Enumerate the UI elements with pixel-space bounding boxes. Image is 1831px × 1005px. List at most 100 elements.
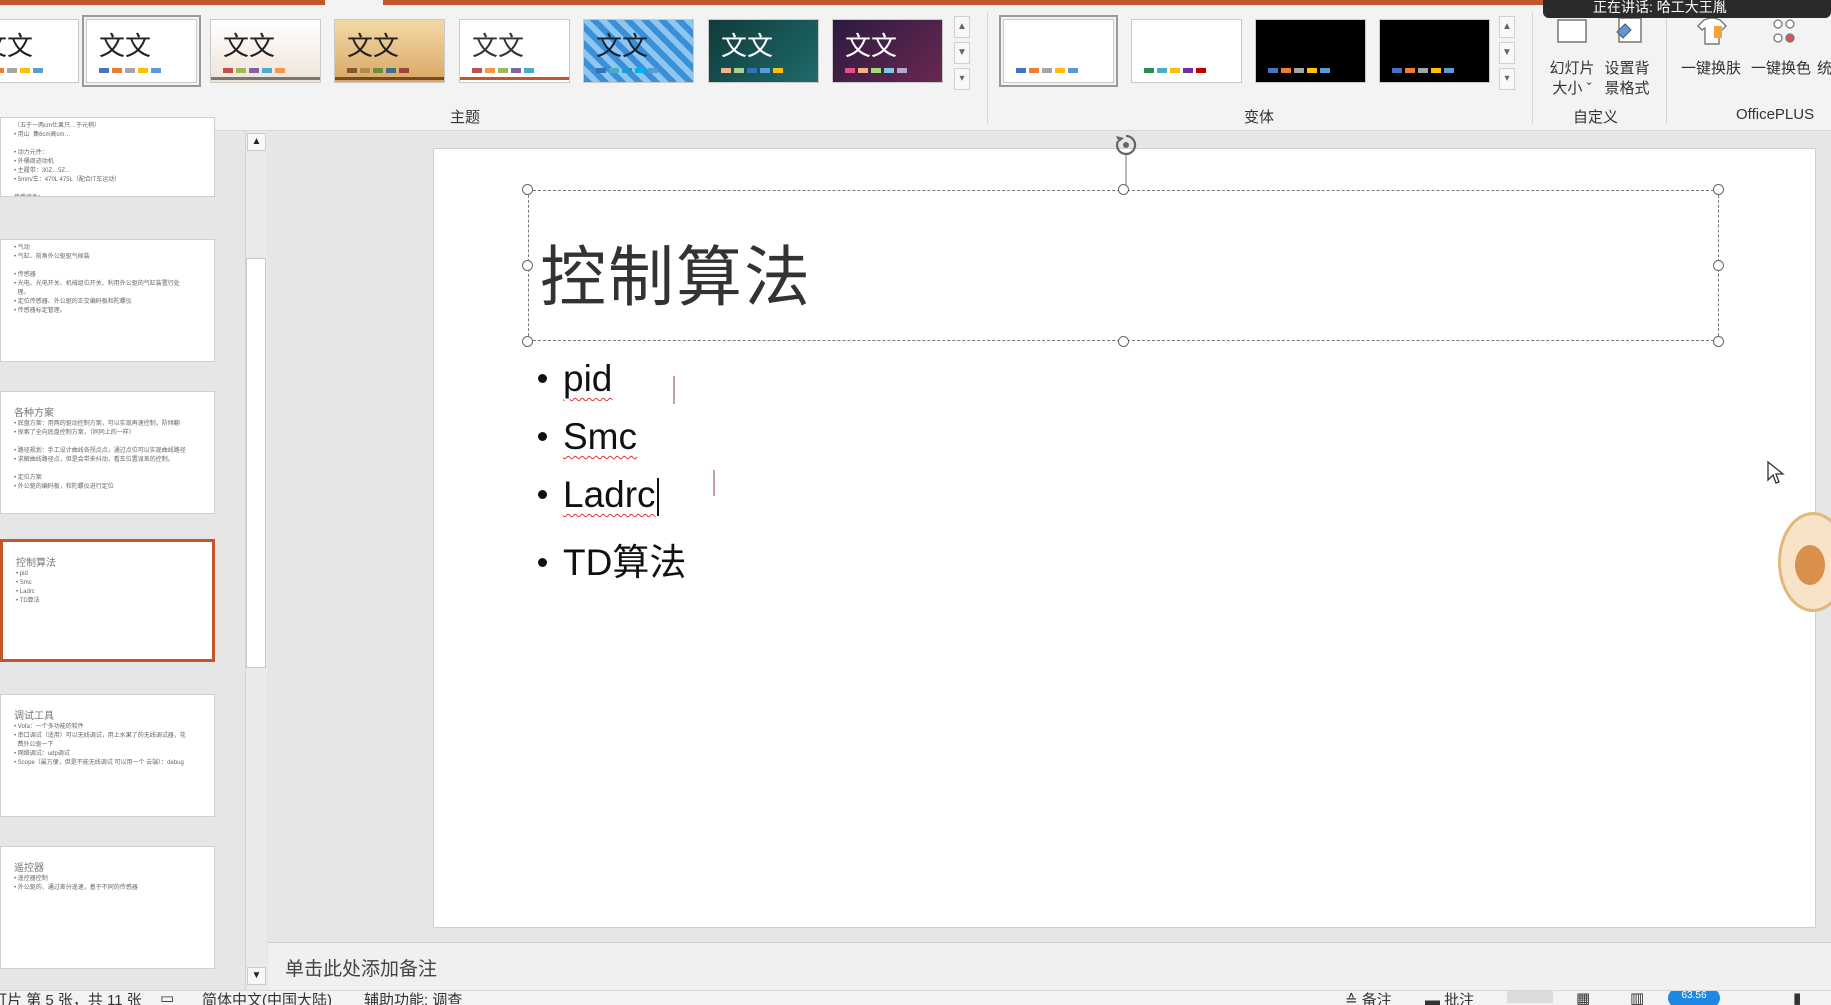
variant-thumbnail[interactable] xyxy=(1379,19,1490,83)
theme-thumbnail[interactable]: 文文 xyxy=(210,19,321,83)
resize-handle[interactable] xyxy=(522,336,533,347)
color-swatch xyxy=(734,68,744,73)
theme-scroll-up[interactable]: ▲ xyxy=(954,16,970,38)
bullet-item[interactable]: Smc xyxy=(538,416,637,458)
slide-thumbnail[interactable]: 控制算法 • pid • Smc • Ladrc • TD算法 xyxy=(0,539,215,662)
variant-thumbnail[interactable] xyxy=(1255,19,1366,83)
slide-title[interactable]: 控制算法 xyxy=(540,224,812,320)
slide-thumbnail[interactable]: 各种方案 • 底盘方案：用两的驱动控制方案，可以实现再速控制，防倾翻 • 探索了全… xyxy=(0,391,215,514)
resize-handle[interactable] xyxy=(1118,336,1129,347)
resize-handle[interactable] xyxy=(1118,184,1129,195)
slide-sorter-button[interactable]: ▦ xyxy=(1576,991,1590,1005)
notes-toggle[interactable]: ≙ 备注 xyxy=(1345,991,1392,1005)
slide-thumbnail[interactable]: （五于一两cm仕果只…于元稍） • 用山 集6cm高cm… • 动力元件： • … xyxy=(0,117,215,197)
bullet-text: Ladrc xyxy=(563,474,656,515)
scroll-thumb[interactable] xyxy=(246,258,266,668)
color-swatch xyxy=(1294,68,1304,73)
text-cursor xyxy=(656,478,659,517)
variant-gallery-expand[interactable]: ▾ xyxy=(1499,68,1515,90)
variant-scroll-down[interactable]: ▼ xyxy=(1499,42,1515,64)
zoom-slider-thumb[interactable]: ▮ xyxy=(1793,991,1801,1005)
variant-color-swatches xyxy=(1268,68,1330,73)
color-swatch xyxy=(1144,68,1154,73)
one-click-color-button[interactable]: 一键换色 xyxy=(1746,12,1816,82)
color-swatch xyxy=(1418,68,1428,73)
zoom-badge[interactable]: 63.56 xyxy=(1668,991,1720,1005)
variants-group-label: 变体 xyxy=(1244,109,1275,126)
theme-scroll-down[interactable]: ▼ xyxy=(954,42,970,64)
theme-thumbnail[interactable]: 文文 xyxy=(334,19,445,83)
normal-view-button[interactable] xyxy=(1507,991,1553,1003)
theme-sample-text: 文文 xyxy=(596,32,649,62)
comments-toggle[interactable]: ▬ 批注 xyxy=(1425,991,1474,1005)
theme-color-swatches xyxy=(0,68,43,73)
variant-scroll-up[interactable]: ▲ xyxy=(1499,16,1515,38)
bullet-item[interactable]: Ladrc xyxy=(538,474,659,517)
color-swatch xyxy=(871,68,881,73)
variant-thumbnail[interactable] xyxy=(1131,19,1242,83)
color-swatch xyxy=(747,68,757,73)
color-swatch xyxy=(373,68,383,73)
color-swatch xyxy=(773,68,783,73)
slide-thumbnail[interactable]: 调试工具 • Vofa：一个多功能的软件 • 串口调试（适用）可以无线调试，用上水… xyxy=(0,694,215,817)
theme-thumbnail[interactable]: 文文 xyxy=(832,19,943,83)
theme-gallery-expand[interactable]: ▾ xyxy=(954,68,970,90)
thumbnail-scrollbar[interactable]: ▲ ▼ xyxy=(245,131,267,993)
theme-thumbnail[interactable]: 文文 xyxy=(583,19,694,83)
bullet-item[interactable]: TD算法 xyxy=(538,532,686,586)
speaking-indicator-text: 正在讲话: 哈工大王胤 xyxy=(1593,0,1727,15)
accessibility-indicator[interactable]: 辅助功能: 调查 xyxy=(364,991,462,1005)
color-swatch xyxy=(472,68,482,73)
ribbon-tab-accent xyxy=(383,0,1543,5)
theme-sample-text: 文文 xyxy=(347,32,400,62)
bullet-item[interactable]: pid xyxy=(538,358,612,400)
theme-sample-text: 文文 xyxy=(99,32,152,62)
slide-size-button[interactable]: 幻灯片 大小 ˇ xyxy=(1546,12,1598,98)
color-swatch xyxy=(1307,68,1317,73)
truncated-button-label[interactable]: 统 xyxy=(1817,59,1831,78)
color-swatch xyxy=(1392,68,1402,73)
shirt-icon xyxy=(1697,17,1727,45)
scroll-up-arrow[interactable]: ▲ xyxy=(247,133,266,151)
color-swatch xyxy=(1183,68,1193,73)
resize-handle[interactable] xyxy=(1713,184,1724,195)
reading-view-button[interactable]: ▥ xyxy=(1630,991,1644,1005)
color-swatch xyxy=(635,68,645,73)
slide-thumbnail[interactable]: • 气动 • 气缸、前角外公驱驱气候装 • 传感器 • 光电、光电开关、机械组位… xyxy=(0,239,215,362)
color-swatch xyxy=(1029,68,1039,73)
color-swatch xyxy=(1055,68,1065,73)
slide-counter: 灯片 第 5 张，共 11 张 xyxy=(0,992,142,1005)
theme-thumbnail[interactable]: 文文 xyxy=(459,19,570,83)
one-click-skin-button[interactable]: 一键换肤 xyxy=(1676,12,1746,82)
resize-handle[interactable] xyxy=(522,184,533,195)
resize-handle[interactable] xyxy=(1713,260,1724,271)
color-swatch xyxy=(845,68,855,73)
resize-handle[interactable] xyxy=(522,260,533,271)
bullet-dot xyxy=(538,431,547,441)
theme-sample-text: 文文 xyxy=(223,32,276,62)
theme-accent-line xyxy=(335,77,444,80)
color-swatch xyxy=(360,68,370,73)
theme-accent-line xyxy=(211,77,320,80)
rotate-handle-icon[interactable] xyxy=(1108,130,1144,192)
bullet-dot xyxy=(538,373,547,383)
scroll-down-arrow[interactable]: ▼ xyxy=(247,967,266,985)
language-indicator[interactable]: 简体中文(中国大陆) xyxy=(202,991,332,1005)
theme-thumbnail[interactable]: 文文 xyxy=(82,15,201,87)
format-background-button[interactable]: 设置背 景格式 xyxy=(1600,12,1654,98)
theme-thumbnail[interactable]: 文文 xyxy=(708,19,819,83)
color-swatch xyxy=(897,68,907,73)
theme-sample-text: 文文 xyxy=(721,32,774,62)
theme-color-swatches xyxy=(596,68,658,73)
color-swatch xyxy=(151,68,161,73)
notes-pane[interactable]: 单击此处添加备注 xyxy=(268,942,1831,991)
color-swatch xyxy=(125,68,135,73)
resize-handle[interactable] xyxy=(1713,336,1724,347)
variant-thumbnail[interactable] xyxy=(999,15,1118,87)
group-divider xyxy=(1532,12,1533,124)
slide-thumbnail[interactable]: 遥控器 • 遥控器控制 • 外公驱的、通过差分遥速，基于不同的传感器 xyxy=(0,846,215,969)
slide-thumbnail-body: • 气动 • 气缸、前角外公驱驱气候装 • 传感器 • 光电、光电开关、机械组位… xyxy=(14,245,180,314)
theme-thumbnail[interactable]: 文文 xyxy=(0,19,79,83)
color-swatch xyxy=(485,68,495,73)
spellcheck-icon[interactable]: ▭ xyxy=(160,991,174,1005)
